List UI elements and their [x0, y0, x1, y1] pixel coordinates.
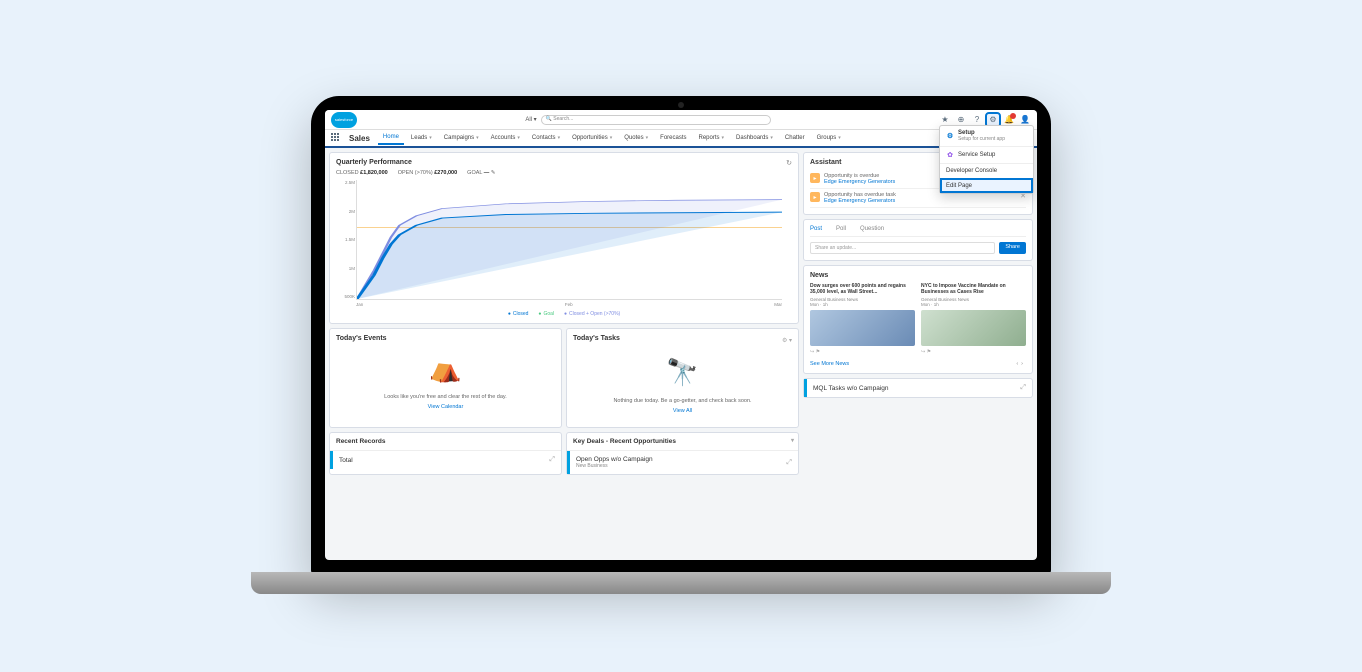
- avatar-icon[interactable]: 👤: [1019, 114, 1031, 126]
- tab-groups[interactable]: Groups▾: [812, 132, 846, 144]
- tab-chatter[interactable]: Chatter: [780, 132, 810, 144]
- edit-page-item[interactable]: Edit Page: [940, 178, 1033, 193]
- news-item[interactable]: NYC to Impose Vaccine Mandate on Busines…: [921, 283, 1026, 355]
- assistant-card: Assistant ▸ Opportunity is overdueEdge E…: [803, 152, 1033, 215]
- tab-reports[interactable]: Reports▾: [694, 132, 730, 144]
- setup-gear-icon[interactable]: ⚙: [987, 114, 999, 126]
- card-title: Today's Tasks: [573, 335, 620, 342]
- key-deal-item[interactable]: Open Opps w/o CampaignNew Business⤢: [567, 451, 798, 474]
- global-header: salesforce All ▾ 🔍 Search... ★ ⊕ ? ⚙ 🔔 👤: [325, 110, 1037, 130]
- favorites-icon[interactable]: ★: [939, 114, 951, 126]
- news-thumbnail: [810, 310, 915, 346]
- view-all-tasks-link[interactable]: View All: [573, 408, 792, 414]
- expand-icon[interactable]: ⤢: [786, 459, 792, 467]
- goal-stat: GOAL — ✎: [467, 170, 495, 176]
- help-icon[interactable]: ?: [971, 114, 983, 126]
- share-button[interactable]: Share: [999, 242, 1026, 254]
- todays-events-card: Today's Events ⛺ Looks like you're free …: [329, 328, 562, 428]
- salesforce-logo[interactable]: salesforce: [331, 112, 357, 128]
- card-title: Today's Events: [336, 335, 555, 342]
- feed-tab-post[interactable]: Post: [810, 226, 822, 232]
- tab-campaigns[interactable]: Campaigns▾: [439, 132, 484, 144]
- tab-contacts[interactable]: Contacts▾: [527, 132, 565, 144]
- mql-task-item[interactable]: MQL Tasks w/o Campaign⤢: [804, 379, 1032, 397]
- tab-home[interactable]: Home: [378, 131, 404, 145]
- service-setup-icon: ✿: [946, 151, 954, 159]
- open-stat: OPEN (>70%) £270,000: [398, 170, 457, 176]
- global-search-input[interactable]: 🔍 Search...: [541, 115, 771, 125]
- tab-leads[interactable]: Leads▾: [406, 132, 437, 144]
- setup-menu-header[interactable]: ⚙SetupSetup for current app: [940, 126, 1033, 146]
- closed-stat: CLOSED £1,820,000: [336, 170, 388, 176]
- key-deals-card: Key Deals - Recent Opportunities▾ Open O…: [566, 432, 799, 475]
- recent-record-item[interactable]: Total⤢: [330, 451, 561, 469]
- expand-icon[interactable]: ⤢: [549, 456, 555, 464]
- history-icon[interactable]: ⊕: [955, 114, 967, 126]
- developer-console-item[interactable]: Developer Console: [940, 163, 1033, 178]
- news-card: News Dow surges over 600 points and rega…: [803, 265, 1033, 374]
- performance-chart: 2.5M2M1.5M1M500K: [356, 180, 782, 300]
- news-item[interactable]: Dow surges over 600 points and regains 3…: [810, 283, 915, 355]
- expand-icon[interactable]: ⤢: [1020, 384, 1026, 392]
- legend-open: Closed + Open (>70%): [564, 311, 620, 317]
- app-launcher-icon[interactable]: [331, 133, 341, 143]
- card-menu-icon[interactable]: ▾: [791, 437, 794, 444]
- opportunity-icon: ▸: [810, 173, 820, 183]
- refresh-icon[interactable]: ↻: [786, 159, 792, 167]
- feed-tab-poll[interactable]: Poll: [836, 226, 846, 232]
- card-title: News: [810, 272, 1026, 279]
- events-empty-msg: Looks like you're free and clear the res…: [336, 394, 555, 400]
- tab-opportunities[interactable]: Opportunities▾: [567, 132, 617, 144]
- recent-records-card: Recent Records Total⤢: [329, 432, 562, 475]
- todays-tasks-card: Today's Tasks ⚙ ▾ 🔭 Nothing due today. Be…: [566, 328, 799, 428]
- share-update-input[interactable]: Share an update...: [810, 242, 995, 254]
- chatter-publisher-card: Post Poll Question Share an update... Sh…: [803, 219, 1033, 261]
- tasks-illustration: 🔭: [573, 352, 792, 392]
- card-title: Quarterly Performance: [336, 159, 792, 166]
- view-calendar-link[interactable]: View Calendar: [336, 404, 555, 410]
- mql-tasks-card: MQL Tasks w/o Campaign⤢: [803, 378, 1033, 398]
- see-more-news-link[interactable]: See More News: [810, 361, 849, 367]
- setup-dropdown-menu: ⚙SetupSetup for current app ✿Service Set…: [939, 125, 1034, 194]
- legend-closed: Closed: [508, 311, 529, 317]
- news-next-icon[interactable]: ›: [1021, 361, 1026, 367]
- legend-goal: Goal: [538, 311, 554, 317]
- search-scope[interactable]: All ▾: [525, 116, 536, 123]
- tasks-settings-icon[interactable]: ⚙ ▾: [782, 337, 792, 344]
- news-thumbnail: [921, 310, 1026, 346]
- tab-quotes[interactable]: Quotes▾: [619, 132, 653, 144]
- card-title: Key Deals - Recent Opportunities▾: [567, 433, 798, 451]
- service-setup-item[interactable]: ✿Service Setup: [940, 146, 1033, 163]
- nav-bar: Sales Home Leads▾ Campaigns▾ Accounts▾ C…: [325, 130, 1037, 148]
- gear-icon: ⚙: [946, 132, 954, 140]
- card-title: Recent Records: [330, 433, 561, 451]
- events-illustration: ⛺: [336, 348, 555, 388]
- opportunity-icon: ▸: [810, 192, 820, 202]
- tab-dashboards[interactable]: Dashboards▾: [731, 132, 778, 144]
- tasks-empty-msg: Nothing due today. Be a go-getter, and c…: [573, 398, 792, 404]
- salesforce-app: salesforce All ▾ 🔍 Search... ★ ⊕ ? ⚙ 🔔 👤…: [325, 110, 1037, 560]
- tab-forecasts[interactable]: Forecasts: [655, 132, 691, 144]
- feed-tab-question[interactable]: Question: [860, 226, 884, 232]
- quarterly-performance-card: Quarterly Performance ↻ CLOSED £1,820,00…: [329, 152, 799, 324]
- tab-accounts[interactable]: Accounts▾: [486, 132, 525, 144]
- notifications-icon[interactable]: 🔔: [1003, 114, 1015, 126]
- app-name: Sales: [349, 134, 370, 143]
